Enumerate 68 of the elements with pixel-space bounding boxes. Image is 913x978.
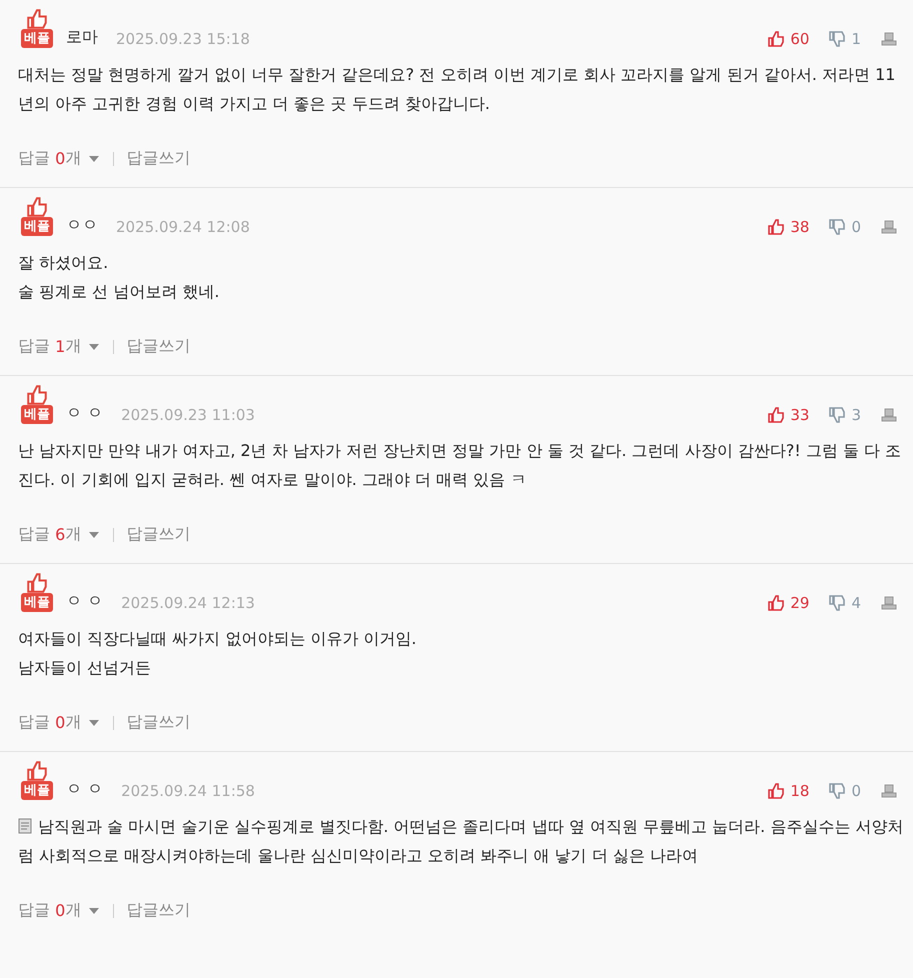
best-badge: 베플 — [21, 29, 53, 48]
report-icon[interactable] — [881, 596, 897, 610]
thumbs-up-icon[interactable] — [768, 219, 784, 235]
dislike-count: 4 — [851, 594, 861, 612]
comment-text: 남직원과 술 마시면 술기운 실수핑계로 별짓다함. 어떤넘은 졸리다며 냅따 옆 여직원 무릎베고 눕더라. 음주실수는 서양처럼 사회적으로 매장시켜야하는데 울나란 심신미약이라고 오히려 봐주니 애 낳기 더 싫은 나라여 — [18, 816, 904, 867]
author-name[interactable]: ㅇ ㅇ — [66, 591, 104, 612]
reply-count-toggle[interactable]: 답글 0개 — [18, 712, 100, 733]
thumbs-up-icon — [27, 385, 47, 405]
thumbs-up-icon — [27, 9, 47, 29]
like-count: 38 — [790, 218, 810, 236]
author-name[interactable]: 로마 — [66, 27, 98, 48]
like-count: 18 — [790, 782, 810, 800]
write-reply-link[interactable]: 답글쓰기 — [126, 900, 190, 921]
comment-text: 술 핑계로 선 넘어보려 했네. — [18, 281, 220, 303]
like-count: 29 — [790, 594, 810, 612]
best-badge: 베플 — [21, 593, 53, 612]
thumbs-up-icon[interactable] — [768, 407, 784, 423]
author-name[interactable]: ㅇㅇ — [66, 215, 98, 236]
write-reply-link[interactable]: 답글쓰기 — [126, 524, 190, 545]
caret-icon — [89, 720, 100, 726]
write-reply-link[interactable]: 답글쓰기 — [126, 336, 190, 357]
report-icon[interactable] — [881, 784, 897, 798]
dislike-count: 0 — [851, 218, 861, 236]
thumbs-down-icon[interactable] — [829, 31, 846, 47]
thumbs-down-icon[interactable] — [829, 219, 846, 235]
thumbs-up-icon — [27, 761, 47, 781]
best-badge: 베플 — [21, 405, 53, 424]
best-badge: 베플 — [21, 217, 53, 236]
report-icon[interactable] — [881, 220, 897, 234]
comment-text: 대처는 정말 현명하게 깔거 없이 너무 잘한거 같은데요? 전 오히려 이번 계기로 회사 꼬라지를 알게 된거 같아서. 저라면 11년의 아주 고귀한 경험 이력 가지고 더 좋은 곳 두드려 찾아갑니다. — [18, 64, 896, 115]
thumbs-up-icon[interactable] — [768, 595, 784, 611]
reply-count-toggle[interactable]: 답글 6개 — [18, 524, 100, 545]
caret-icon — [89, 908, 100, 914]
comment-date: 2025.09.24 11:58 — [121, 782, 255, 800]
thumbs-up-icon — [27, 573, 47, 593]
comment-text: 난 남자지만 만약 내가 여자고, 2년 차 남자가 저런 장난치면 정말 가만 안 둘 것 같다. 그런데 사장이 감싼다?! 그럼 둘 다 조진다. 이 기회에 입지 굳혀라. 쎈 여자로 말이야. 그래야 더 매력 있음 ㅋ — [18, 440, 902, 491]
comment-text: 남자들이 선넘거든 — [18, 657, 152, 679]
dislike-count: 0 — [851, 782, 861, 800]
write-reply-link[interactable]: 답글쓰기 — [126, 712, 190, 733]
thumbs-up-icon — [27, 197, 47, 217]
thumbs-up-icon[interactable] — [768, 31, 784, 47]
comment-date: 2025.09.24 12:13 — [121, 594, 255, 612]
caret-icon — [89, 156, 100, 162]
write-reply-link[interactable]: 답글쓰기 — [126, 148, 190, 169]
thumbs-up-icon[interactable] — [768, 783, 784, 799]
comment-date: 2025.09.24 12:08 — [116, 218, 250, 236]
thumbs-down-icon[interactable] — [829, 783, 846, 799]
best-badge: 베플 — [21, 781, 53, 800]
like-count: 33 — [790, 406, 810, 424]
reply-count-toggle[interactable]: 답글 1개 — [18, 336, 100, 357]
dislike-count: 1 — [851, 30, 861, 48]
reply-count-toggle[interactable]: 답글 0개 — [18, 148, 100, 169]
author-name[interactable]: ㅇ ㅇ — [66, 779, 104, 800]
caret-icon — [89, 344, 100, 350]
report-icon[interactable] — [881, 408, 897, 422]
caret-icon — [89, 532, 100, 538]
comment-text: 여자들이 직장다닐때 싸가지 없어야되는 이유가 이거임. — [18, 628, 418, 650]
reply-count-toggle[interactable]: 답글 0개 — [18, 900, 100, 921]
author-name[interactable]: ㅇ ㅇ — [66, 403, 104, 424]
memo-icon — [18, 818, 32, 834]
comment-date: 2025.09.23 15:18 — [116, 30, 250, 48]
thumbs-down-icon[interactable] — [829, 595, 846, 611]
like-count: 60 — [790, 30, 810, 48]
dislike-count: 3 — [851, 406, 861, 424]
thumbs-down-icon[interactable] — [829, 407, 846, 423]
comment-date: 2025.09.23 11:03 — [121, 406, 255, 424]
comment-text: 잘 하셨어요. — [18, 252, 110, 274]
report-icon[interactable] — [881, 32, 897, 46]
